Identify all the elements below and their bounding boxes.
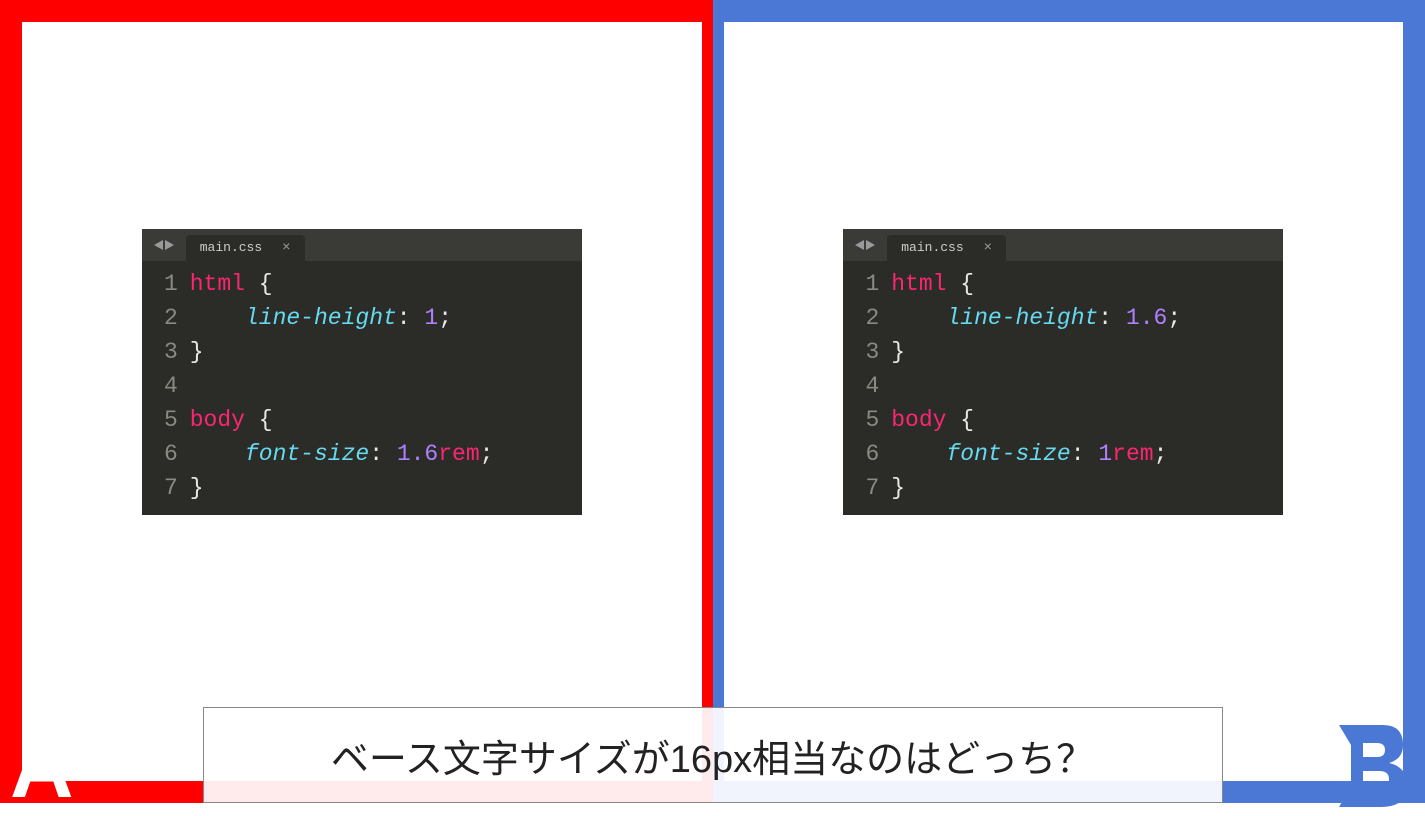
brace: }: [190, 339, 204, 365]
line-number: 1: [142, 267, 178, 301]
code-editor-a: main.css × 1 2 3 4 5 6 7 html { line-he: [142, 229, 582, 515]
editor-tab-b[interactable]: main.css ×: [887, 235, 1006, 261]
tab-filename: main.css: [200, 240, 262, 255]
brace: }: [891, 475, 905, 501]
editor-tabbar-b: main.css ×: [843, 229, 1283, 261]
line-number: 1: [843, 267, 879, 301]
code-content-a[interactable]: html { line-height: 1; } body { font-siz…: [190, 267, 582, 505]
panel-b: main.css × 1 2 3 4 5 6 7 html { line-he: [713, 0, 1425, 803]
line-number: 3: [843, 335, 879, 369]
css-unit: rem: [438, 441, 479, 467]
brace: {: [960, 271, 974, 297]
line-number: 5: [843, 403, 879, 437]
css-property: font-size: [946, 441, 1070, 467]
css-property: line-height: [946, 305, 1098, 331]
css-value: 1.6: [1126, 305, 1167, 331]
editor-tabbar-a: main.css ×: [142, 229, 582, 261]
colon: :: [369, 441, 383, 467]
semicolon: ;: [480, 441, 494, 467]
colon: :: [1098, 305, 1112, 331]
tab-nav-arrows[interactable]: [843, 229, 887, 261]
colon: :: [397, 305, 411, 331]
panel-a: main.css × 1 2 3 4 5 6 7 html { line-he: [0, 0, 713, 803]
comparison-container: main.css × 1 2 3 4 5 6 7 html { line-he: [0, 0, 1425, 803]
editor-tab-a[interactable]: main.css ×: [186, 235, 305, 261]
brace: {: [259, 407, 273, 433]
question-banner: ベース文字サイズが16px相当なのはどっち？: [203, 707, 1223, 803]
line-number: 7: [142, 471, 178, 505]
line-number: 4: [142, 369, 178, 403]
line-number: 3: [142, 335, 178, 369]
line-number: 2: [142, 301, 178, 335]
css-property: font-size: [245, 441, 369, 467]
close-icon[interactable]: ×: [984, 240, 992, 256]
line-number: 6: [142, 437, 178, 471]
colon: :: [1071, 441, 1085, 467]
panel-a-inner: main.css × 1 2 3 4 5 6 7 html { line-he: [22, 22, 702, 781]
css-selector: html: [190, 271, 245, 297]
option-label-b: [1333, 721, 1411, 809]
semicolon: ;: [1167, 305, 1181, 331]
tab-nav-arrows[interactable]: [142, 229, 186, 261]
code-content-b[interactable]: html { line-height: 1.6; } body { font-s…: [891, 267, 1283, 505]
brace: }: [891, 339, 905, 365]
brace: }: [190, 475, 204, 501]
line-number: 6: [843, 437, 879, 471]
line-gutter: 1 2 3 4 5 6 7: [843, 267, 891, 505]
question-text: ベース文字サイズが16px相当なのはどっち？: [331, 728, 1094, 783]
close-icon[interactable]: ×: [282, 240, 290, 256]
line-number: 5: [142, 403, 178, 437]
panel-b-inner: main.css × 1 2 3 4 5 6 7 html { line-he: [724, 22, 1404, 781]
line-number: 7: [843, 471, 879, 505]
tab-filename: main.css: [901, 240, 963, 255]
code-editor-b: main.css × 1 2 3 4 5 6 7 html { line-he: [843, 229, 1283, 515]
editor-body-a: 1 2 3 4 5 6 7 html { line-height: 1; } b…: [142, 261, 582, 515]
css-unit: rem: [1112, 441, 1153, 467]
line-number: 2: [843, 301, 879, 335]
css-value: 1: [1098, 441, 1112, 467]
line-number: 4: [843, 369, 879, 403]
editor-body-b: 1 2 3 4 5 6 7 html { line-height: 1.6; }…: [843, 261, 1283, 515]
semicolon: ;: [438, 305, 452, 331]
brace: {: [960, 407, 974, 433]
semicolon: ;: [1154, 441, 1168, 467]
css-property: line-height: [245, 305, 397, 331]
css-selector: body: [190, 407, 245, 433]
css-selector: body: [891, 407, 946, 433]
css-value: 1: [424, 305, 438, 331]
css-selector: html: [891, 271, 946, 297]
brace: {: [259, 271, 273, 297]
option-label-a: A: [10, 723, 74, 811]
line-gutter: 1 2 3 4 5 6 7: [142, 267, 190, 505]
css-value: 1.6: [397, 441, 438, 467]
